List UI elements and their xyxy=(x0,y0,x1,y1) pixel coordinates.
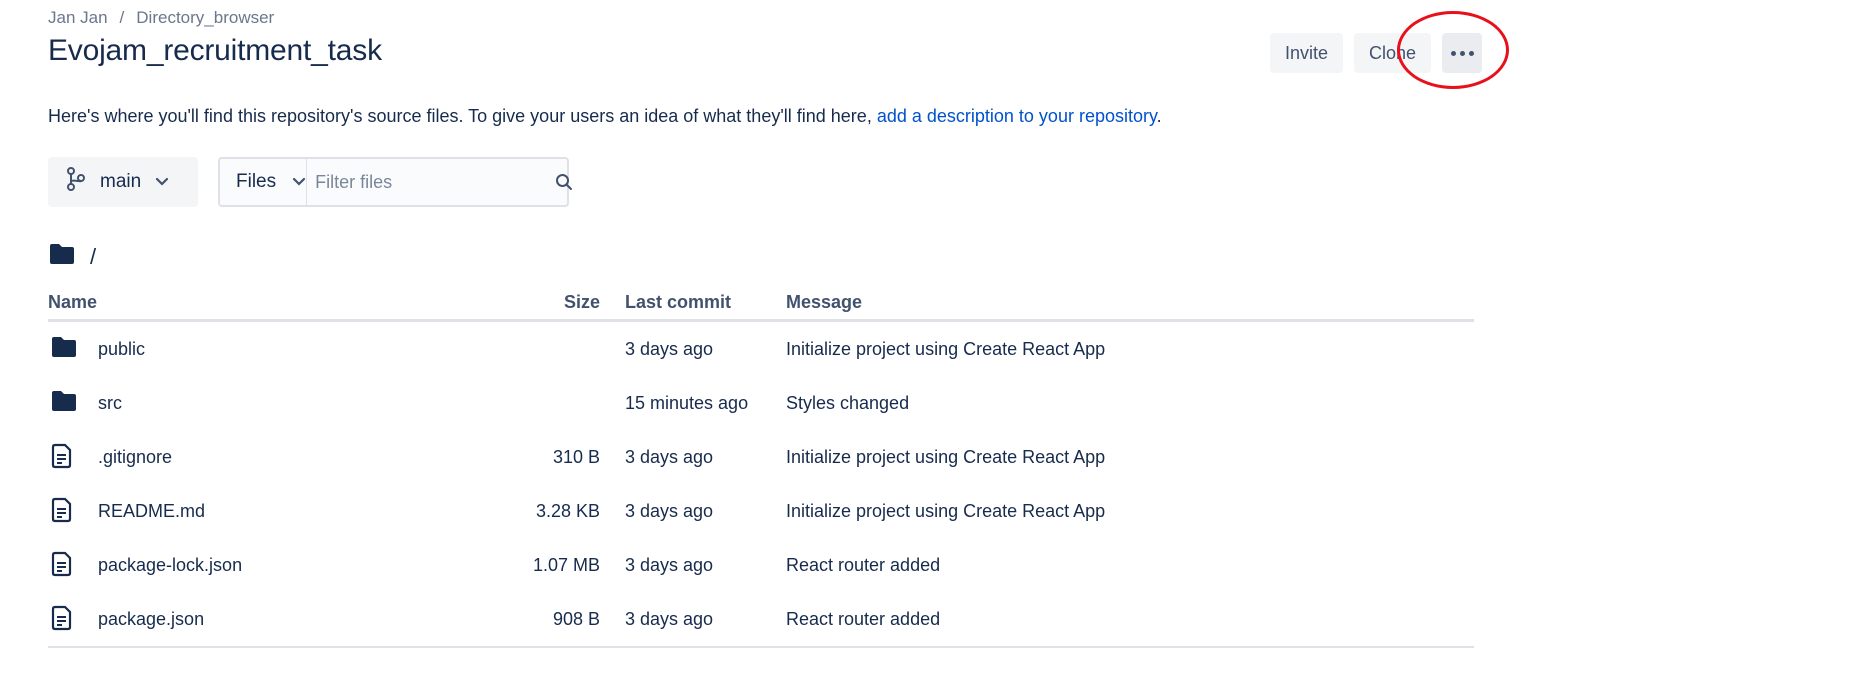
file-icon xyxy=(50,605,74,636)
column-header-last-commit[interactable]: Last commit xyxy=(625,292,731,313)
last-commit: 3 days ago xyxy=(625,447,714,467)
table-header: Name Size Last commit Message xyxy=(48,286,1474,322)
commit-message[interactable]: Initialize project using Create React Ap… xyxy=(786,501,1105,522)
file-size: 3.28 KB xyxy=(535,501,600,521)
filter-type-select[interactable]: Files xyxy=(220,159,308,205)
file-name-link[interactable]: .gitignore xyxy=(98,447,172,468)
file-name-link[interactable]: README.md xyxy=(98,501,205,522)
file-icon xyxy=(50,551,74,582)
branch-name: main xyxy=(100,171,142,192)
file-icon xyxy=(50,497,74,528)
breadcrumb: Jan Jan / Directory_browser xyxy=(48,8,274,28)
table-row[interactable]: README.md 3.28 KB 3 days ago Initialize … xyxy=(48,484,1474,538)
chevron-down-icon xyxy=(155,171,169,193)
more-actions-button[interactable] xyxy=(1442,33,1483,73)
file-table: Name Size Last commit Message public 3 d… xyxy=(48,286,1474,648)
current-path: / xyxy=(48,242,96,272)
file-name-link[interactable]: public xyxy=(98,339,145,360)
last-commit: 3 days ago xyxy=(625,339,714,359)
folder-icon xyxy=(48,242,76,272)
repo-description: Here's where you'll find this repository… xyxy=(48,106,1162,127)
column-header-size[interactable]: Size xyxy=(564,292,600,313)
breadcrumb-separator: / xyxy=(119,8,125,27)
description-text: Here's where you'll find this repository… xyxy=(48,106,877,126)
table-bottom-divider xyxy=(48,646,1474,648)
file-name-link[interactable]: package.json xyxy=(98,609,204,630)
table-row[interactable]: package-lock.json 1.07 MB 3 days ago Rea… xyxy=(48,538,1474,592)
breadcrumb-workspace-link[interactable]: Jan Jan xyxy=(48,8,108,27)
more-horizontal-icon xyxy=(1450,50,1474,56)
breadcrumb-project-link[interactable]: Directory_browser xyxy=(136,8,274,27)
last-commit: 3 days ago xyxy=(625,609,714,629)
commit-message[interactable]: React router added xyxy=(786,555,940,576)
table-row[interactable]: package.json 908 B 3 days ago React rout… xyxy=(48,592,1474,646)
filter-files-input[interactable] xyxy=(307,159,556,205)
last-commit: 3 days ago xyxy=(625,555,714,575)
column-header-name[interactable]: Name xyxy=(48,292,97,313)
commit-message[interactable]: Initialize project using Create React Ap… xyxy=(786,447,1105,468)
chevron-down-icon xyxy=(292,171,306,193)
table-row[interactable]: public 3 days ago Initialize project usi… xyxy=(48,322,1474,376)
invite-button[interactable]: Invite xyxy=(1270,33,1344,73)
last-commit: 15 minutes ago xyxy=(625,393,749,413)
commit-message[interactable]: Initialize project using Create React Ap… xyxy=(786,339,1105,360)
file-size: 1.07 MB xyxy=(532,555,600,575)
file-name-link[interactable]: src xyxy=(98,393,122,414)
table-row[interactable]: src 15 minutes ago Styles changed xyxy=(48,376,1474,430)
file-icon xyxy=(50,443,74,474)
commit-message[interactable]: Styles changed xyxy=(786,393,909,414)
folder-icon xyxy=(50,389,78,418)
branch-icon xyxy=(66,167,86,197)
branch-selector[interactable]: main xyxy=(48,157,198,207)
file-size: 310 B xyxy=(552,447,600,467)
add-description-link[interactable]: add a description to your repository xyxy=(877,106,1157,126)
commit-message[interactable]: React router added xyxy=(786,609,940,630)
header-actions: Invite Clone xyxy=(1270,33,1483,73)
file-size: 908 B xyxy=(552,609,600,629)
page-title: Evojam_recruitment_task xyxy=(48,34,382,67)
folder-icon xyxy=(50,335,78,364)
column-header-message[interactable]: Message xyxy=(786,292,862,313)
table-row[interactable]: .gitignore 310 B 3 days ago Initialize p… xyxy=(48,430,1474,484)
file-filter: Files xyxy=(218,157,573,207)
last-commit: 3 days ago xyxy=(625,501,714,521)
path-text: / xyxy=(90,244,97,269)
filter-type-label: Files xyxy=(236,171,277,192)
clone-button[interactable]: Clone xyxy=(1354,33,1432,73)
description-end: . xyxy=(1156,106,1162,126)
file-name-link[interactable]: package-lock.json xyxy=(98,555,242,576)
search-icon[interactable] xyxy=(555,173,573,191)
